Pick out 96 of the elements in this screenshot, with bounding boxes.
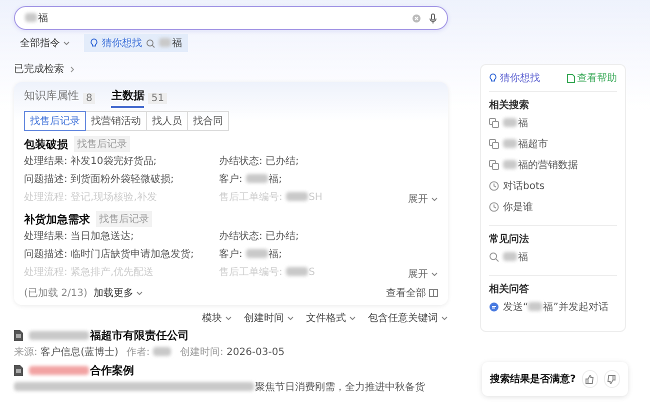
document-icon (14, 365, 23, 376)
thumbs-up-icon (585, 374, 594, 384)
result-title[interactable]: 福超市有限责任公司 (29, 328, 189, 343)
redacted-text (286, 192, 308, 201)
filter-chip[interactable]: 找售后记录 (24, 111, 86, 131)
lightbulb-icon (489, 73, 497, 83)
result-meta: 创建时间: 2026-03-05 (180, 346, 285, 359)
chevron-down-icon (431, 196, 438, 202)
search-field[interactable]: 福 (14, 6, 448, 30)
record-tag: 找售后记录 (96, 211, 152, 227)
search-icon (146, 38, 155, 48)
record-tag: 找售后记录 (74, 136, 130, 152)
section-heading: 常见问法 (489, 232, 530, 246)
filter-chip[interactable]: 找营销活动 (85, 111, 147, 131)
chevron-right-icon (70, 66, 75, 72)
panel-icon (429, 289, 438, 297)
clock-icon (489, 202, 499, 212)
chevron-down-icon (349, 316, 356, 320)
expand-link[interactable]: 展开 (408, 267, 438, 281)
document-icon (14, 330, 23, 341)
filter-dropdown[interactable]: 包含任意关键词 (368, 311, 448, 325)
filter-dropdown[interactable]: 文件格式 (306, 311, 356, 325)
chevron-down-icon (63, 40, 70, 46)
record-title[interactable]: 补货加急需求 (24, 212, 90, 226)
microphone-icon[interactable] (429, 12, 437, 24)
result-meta: 作者: (126, 345, 172, 359)
thumbs-down-button[interactable] (604, 370, 620, 388)
redacted-text (503, 252, 517, 261)
record-field: 办结状态: 已办结; (219, 154, 299, 168)
expand-link[interactable]: 展开 (408, 192, 438, 206)
load-more-link[interactable]: 加载更多 (93, 286, 144, 300)
redacted-text (29, 331, 89, 340)
suggestion-link[interactable]: 福 (159, 36, 182, 50)
suggestion-heading: 猜你想找 (489, 71, 540, 85)
chevron-down-icon (441, 316, 448, 320)
result-title[interactable]: 合作案例 (29, 363, 134, 378)
clock-icon (489, 181, 499, 191)
redacted-text (286, 267, 308, 276)
search-value: 福 (25, 11, 412, 25)
record-field: 客户: 福; (219, 172, 282, 186)
record-field: 办结状态: 已办结; (219, 229, 299, 243)
record-field: 处理结果: 当日加急送达; (24, 229, 134, 243)
result-snippet: 聚焦节日消费刚需，全力推进中秋备货 (14, 382, 425, 393)
section-heading: 相关搜索 (489, 98, 530, 112)
lightbulb-icon (90, 38, 98, 48)
search-icon (489, 252, 499, 262)
suggestion-item[interactable]: 发送“ 福”并发起对话 (503, 300, 608, 314)
loaded-count: (已加载 2/13) (24, 286, 88, 300)
suggestion-item[interactable]: 福 (503, 116, 528, 130)
clear-icon[interactable] (412, 14, 421, 22)
redacted-text (246, 249, 268, 258)
redacted-text (29, 366, 89, 375)
chevron-down-icon (431, 272, 438, 276)
section-heading: 相关问答 (489, 282, 530, 296)
record-field: 客户: 福; (219, 247, 282, 261)
redacted-text (528, 302, 542, 311)
chat-bubble-icon (489, 302, 499, 312)
redacted-text (503, 118, 517, 127)
filter-dropdown[interactable]: 模块 (202, 311, 232, 325)
breadcrumb[interactable]: 已完成检索 (14, 62, 64, 76)
result-meta: 来源: 客户信息(蓝博士) (14, 346, 118, 359)
redacted-text (246, 174, 268, 183)
redacted-text (152, 347, 171, 356)
chevron-down-icon (136, 290, 144, 296)
suggestion-item[interactable]: 福 (503, 250, 528, 264)
thumbs-up-button[interactable] (582, 370, 598, 388)
suggestion-item[interactable]: 你是谁 (503, 200, 533, 214)
chevron-down-icon (287, 316, 294, 320)
redacted-text (503, 160, 517, 169)
suggestion-label: 猜你想找 (102, 36, 142, 50)
tab[interactable]: 主数据 (111, 88, 144, 108)
redacted-text (503, 139, 517, 148)
filter-dropdown[interactable]: 创建时间 (244, 311, 294, 325)
feedback-question: 搜索结果是否满意? (490, 372, 576, 386)
suggestion-item[interactable]: 对话bots (503, 179, 545, 193)
suggestion-item[interactable]: 福超市 (503, 137, 548, 151)
copy-icon (489, 160, 499, 170)
redacted-text (159, 38, 171, 47)
suggestion-item[interactable]: 福的营销数据 (503, 158, 578, 172)
copy-icon (489, 118, 499, 128)
record-title[interactable]: 包装破损 (24, 136, 68, 152)
filter-chip[interactable]: 找人员 (146, 111, 188, 131)
chevron-down-icon (225, 316, 232, 320)
tab-count: 8 (83, 92, 96, 104)
record-field: 处理结果: 补发10袋完好货品; (24, 154, 157, 168)
command-dropdown[interactable]: 全部指令 (20, 36, 70, 50)
tab[interactable]: 知识库属性 (24, 88, 79, 108)
filter-chip[interactable]: 找合同 (187, 111, 229, 131)
tab-count: 51 (148, 92, 168, 104)
thumbs-down-icon (607, 374, 616, 384)
record-field: 问题描述: 临时门店缺货申请加急发货; (24, 247, 194, 261)
view-all-link[interactable]: 查看全部 (386, 286, 438, 300)
document-icon (567, 74, 575, 82)
record-field: 问题描述: 到货面粉外袋轻微破损; (24, 172, 174, 186)
redacted-text (25, 13, 37, 22)
copy-icon (489, 139, 499, 149)
